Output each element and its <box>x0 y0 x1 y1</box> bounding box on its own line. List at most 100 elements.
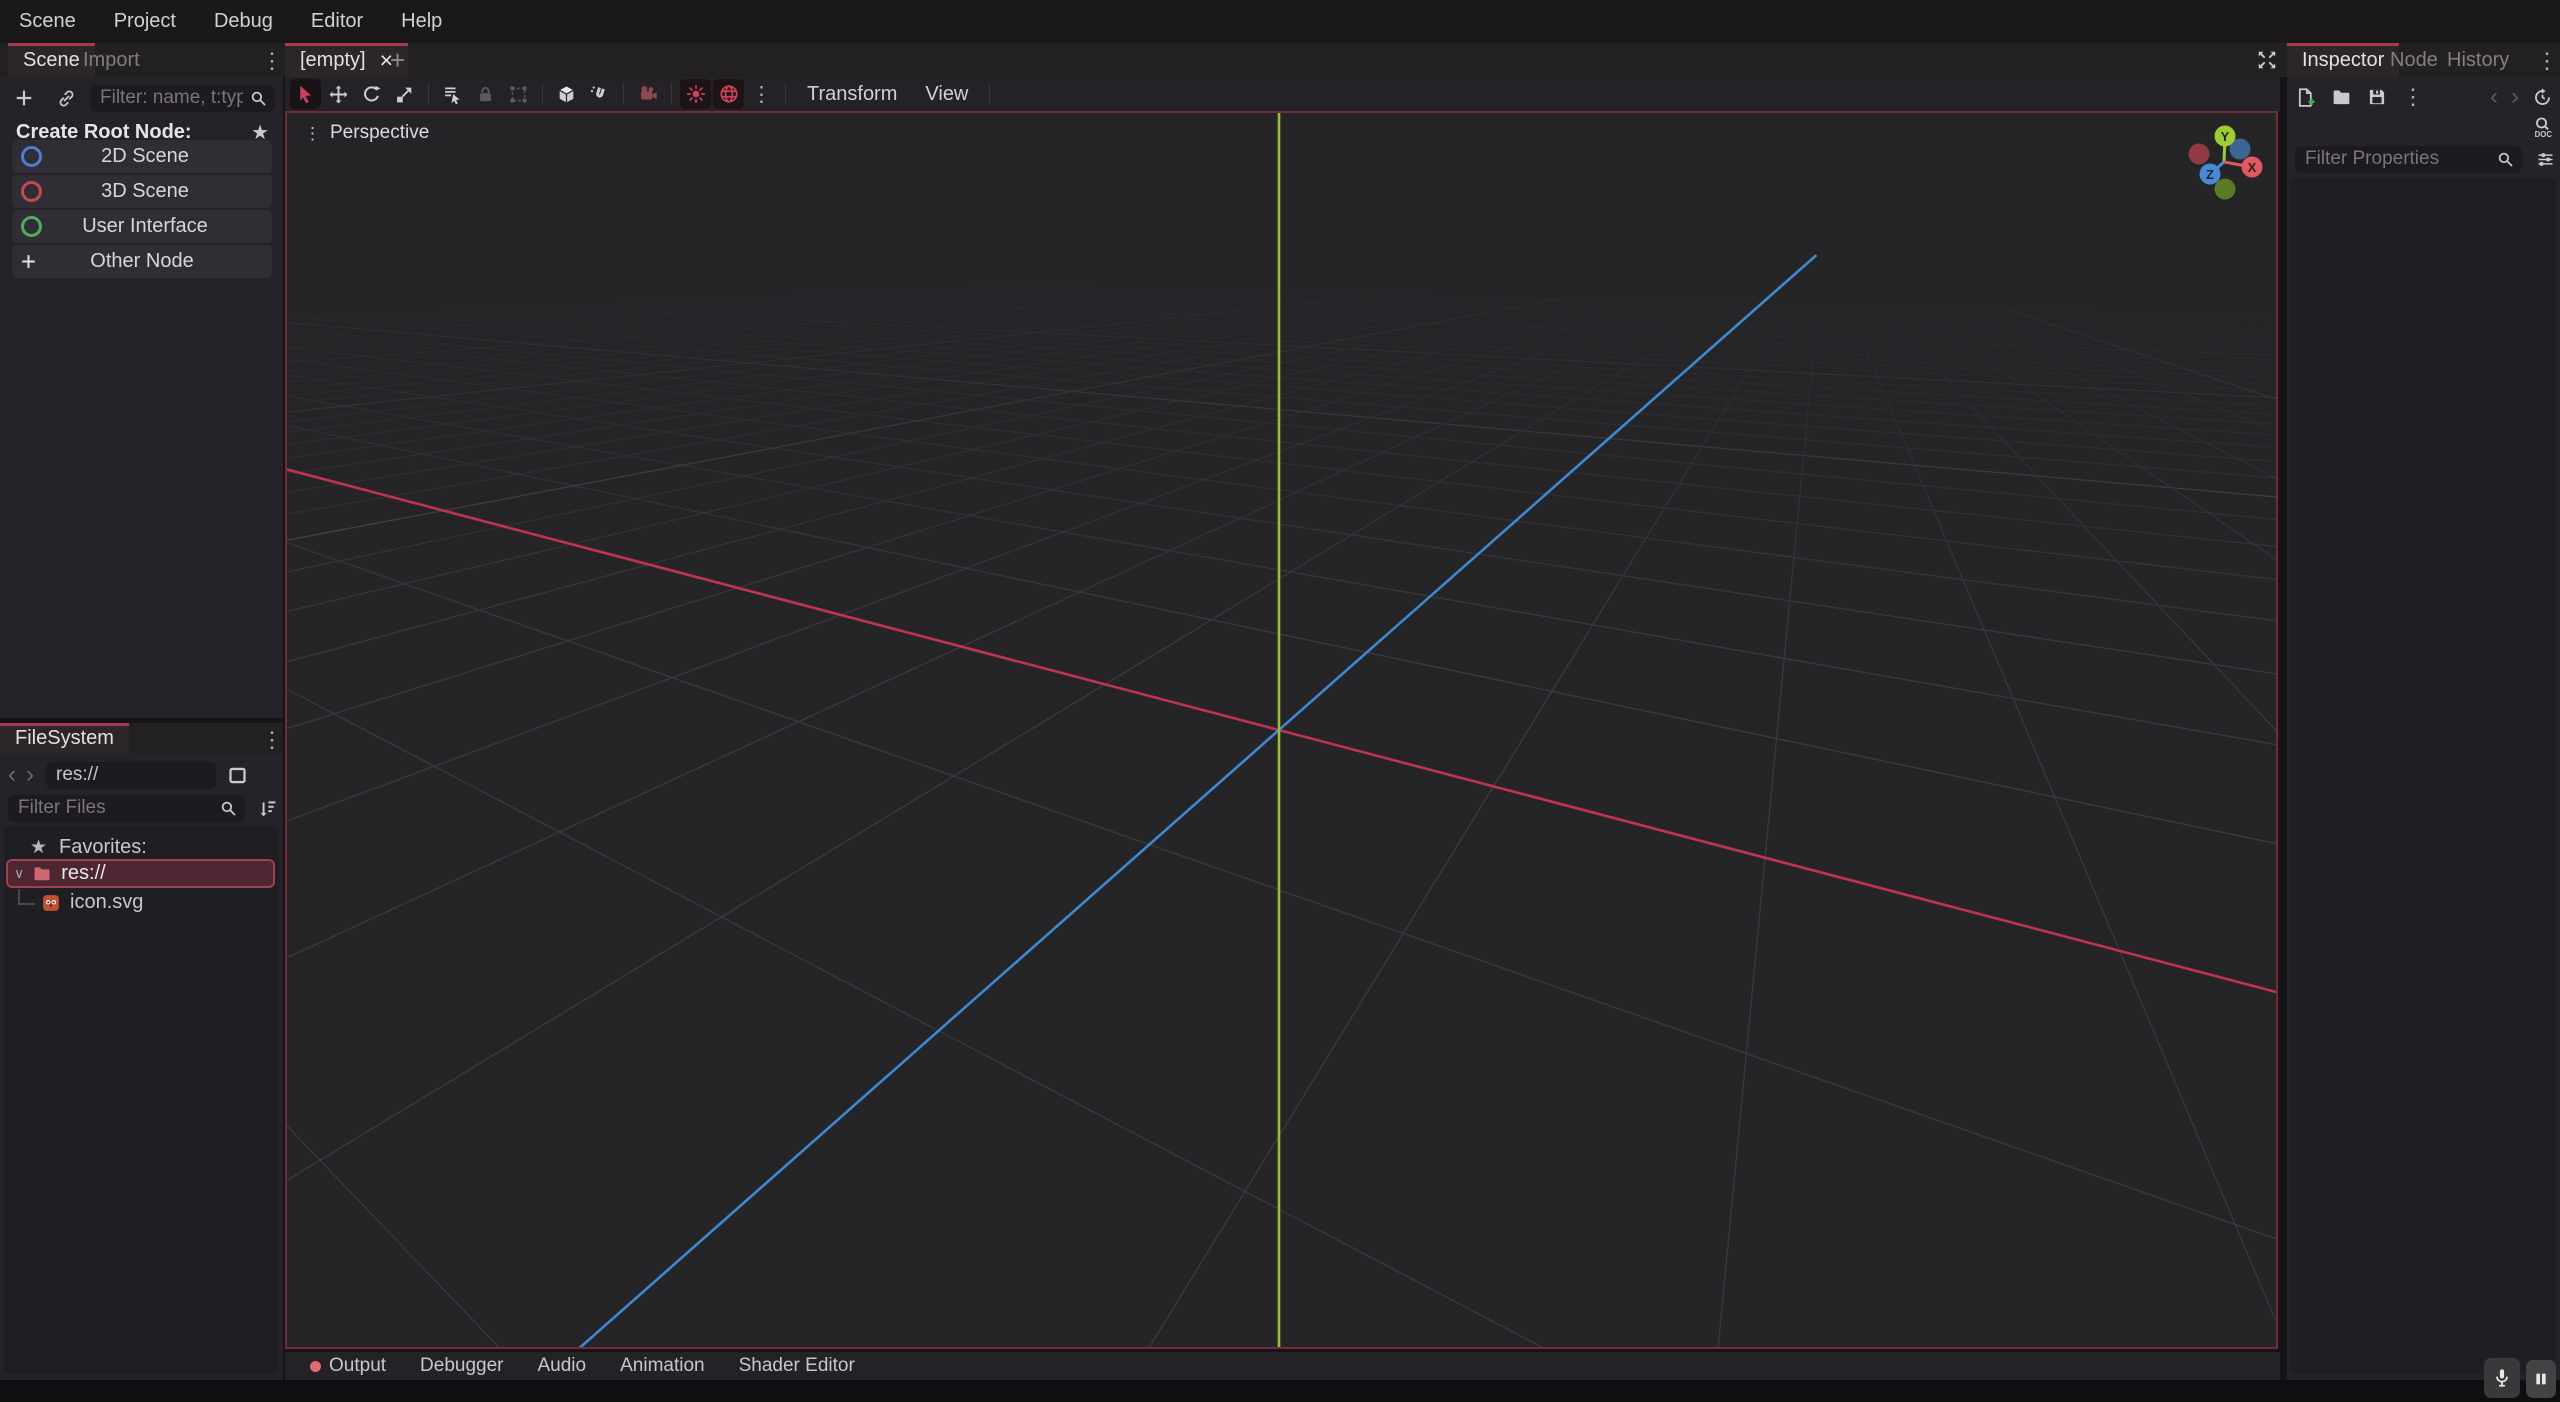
tree-row-res-root[interactable]: ∨ res:// <box>6 859 275 888</box>
node3d-icon <box>21 181 42 202</box>
toolbar-separator <box>542 83 543 105</box>
resource-options-icon[interactable]: ⋮ <box>2402 84 2424 110</box>
load-resource-folder-icon[interactable] <box>2331 87 2352 108</box>
pause-indicator-icon[interactable] <box>2526 1360 2556 1398</box>
view-menu[interactable]: View <box>911 83 982 106</box>
search-icon <box>2496 150 2515 169</box>
create-other-node-label: Other Node <box>38 250 246 273</box>
scale-tool-button[interactable] <box>389 79 420 109</box>
create-ui-scene-label: User Interface <box>42 215 248 238</box>
inspector-content <box>2291 178 2556 1374</box>
panel-output-button[interactable]: Output <box>293 1355 403 1377</box>
group-selected-button[interactable] <box>503 79 534 109</box>
view-perspective-label[interactable]: ⋮ Perspective <box>296 120 437 146</box>
godot-file-icon <box>41 893 61 913</box>
file-sort-icon[interactable] <box>257 798 278 819</box>
new-resource-icon[interactable] <box>2295 87 2316 108</box>
tab-filesystem[interactable]: FileSystem <box>0 723 129 754</box>
panel-audio-button[interactable]: Audio <box>521 1355 604 1377</box>
list-select-button[interactable] <box>437 79 468 109</box>
tab-strip: Scene Import ⋮ [empty] × + Inspector Nod… <box>0 43 2560 77</box>
tab-import-dock[interactable]: Import <box>68 43 155 77</box>
history-forward-icon[interactable]: › <box>26 761 34 789</box>
select-tool-button[interactable] <box>290 79 321 109</box>
perspective-text: Perspective <box>330 122 429 144</box>
tree-row-label: res:// <box>61 862 105 885</box>
transform-menu[interactable]: Transform <box>793 83 911 106</box>
menu-scene[interactable]: Scene <box>0 0 95 43</box>
collapse-icon[interactable]: ∨ <box>14 865 24 882</box>
menu-debug[interactable]: Debug <box>195 0 292 43</box>
output-label: Output <box>329 1355 386 1377</box>
extra-options-menu-icon[interactable]: ⋮ <box>746 79 777 109</box>
tree-row-icon-svg[interactable]: icon.svg <box>18 888 143 917</box>
view-menu-grip-icon[interactable]: ⋮ <box>304 125 321 142</box>
distraction-free-mode-icon[interactable] <box>2256 49 2278 71</box>
move-tool-button[interactable] <box>323 79 354 109</box>
create-ui-scene-button[interactable]: User Interface <box>12 210 272 243</box>
lock-selected-button[interactable] <box>470 79 501 109</box>
local-space-toggle[interactable] <box>551 79 582 109</box>
node2d-icon <box>21 146 42 167</box>
edit-history-icon[interactable] <box>2532 87 2553 108</box>
toolbar-separator <box>989 83 990 105</box>
gizmo-neg-y-ball[interactable] <box>2215 179 2236 200</box>
history-back-icon[interactable]: ‹ <box>8 761 16 789</box>
save-icon[interactable] <box>2367 87 2387 107</box>
inspector-dock-menu-icon[interactable]: ⋮ <box>2536 48 2558 74</box>
main-menu-bar: Scene Project Debug Editor Help <box>0 0 2560 43</box>
favorites-row[interactable]: ★ Favorites: <box>30 833 147 862</box>
gizmo-neg-x-ball[interactable] <box>2189 144 2210 165</box>
menu-editor[interactable]: Editor <box>292 0 382 43</box>
path-field[interactable] <box>46 762 216 789</box>
svg-text:DOC: DOC <box>2535 130 2553 139</box>
open-documentation-icon[interactable]: DOC <box>2531 116 2553 140</box>
system-bottom-strip <box>0 1380 2560 1402</box>
filesystem-menu-icon[interactable]: ⋮ <box>261 727 283 753</box>
create-2d-scene-button[interactable]: 2D Scene <box>12 140 272 173</box>
toolbar-separator <box>671 83 672 105</box>
instance-scene-icon[interactable] <box>56 88 77 109</box>
search-icon <box>219 799 238 818</box>
tab-history[interactable]: History <box>2432 43 2524 77</box>
camera-preview-toggle[interactable] <box>632 79 663 109</box>
tree-row-label: icon.svg <box>70 891 143 914</box>
preview-sunlight-toggle[interactable] <box>680 79 711 109</box>
add-node-icon[interactable] <box>13 87 35 109</box>
control-node-icon <box>21 216 42 237</box>
filesystem-dock: FileSystem ⋮ ‹ › ★ Favorites: ∨ <box>0 723 283 1380</box>
rotate-tool-button[interactable] <box>356 79 387 109</box>
toolbar-separator <box>785 83 786 105</box>
split-mode-icon[interactable] <box>227 765 248 786</box>
menu-help[interactable]: Help <box>382 0 461 43</box>
gizmo-z-label: Z <box>2206 167 2214 182</box>
scene-filter-input[interactable] <box>90 85 275 112</box>
history-forward-icon[interactable]: › <box>2511 83 2519 111</box>
create-3d-scene-button[interactable]: 3D Scene <box>12 175 272 208</box>
menu-project[interactable]: Project <box>95 0 195 43</box>
axis-gizmo[interactable]: Y X Z <box>2175 117 2275 217</box>
inspector-dock: ⋮ ‹ › DOC <box>2287 77 2560 1380</box>
plus-icon <box>19 252 38 271</box>
filter-options-icon[interactable] <box>2535 149 2556 170</box>
favorites-label: Favorites: <box>59 836 147 859</box>
viewport-toolbar: ⋮ Transform View <box>285 77 2280 111</box>
panel-animation-button[interactable]: Animation <box>603 1355 722 1377</box>
microphone-icon[interactable] <box>2484 1358 2520 1398</box>
snap-toggle[interactable] <box>584 79 615 109</box>
history-back-icon[interactable]: ‹ <box>2490 83 2498 111</box>
scene-dock: ⋮ Create Root Node: ★ 2D Scene 3D Scene … <box>0 77 283 718</box>
panel-shader-editor-button[interactable]: Shader Editor <box>722 1355 872 1377</box>
preview-environment-toggle[interactable] <box>713 79 744 109</box>
scene-dock-menu-icon[interactable]: ⋮ <box>261 48 283 74</box>
toolbar-separator <box>623 83 624 105</box>
panel-debugger-button[interactable]: Debugger <box>403 1355 520 1377</box>
toolbar-separator <box>428 83 429 105</box>
gizmo-x-label: X <box>2248 160 2257 175</box>
create-other-node-button[interactable]: Other Node <box>12 245 272 278</box>
viewport-3d-grid[interactable] <box>287 113 2276 1347</box>
filesystem-filter-input[interactable] <box>8 795 245 822</box>
viewport-3d[interactable]: ⋮ Perspective Y X Z <box>285 111 2278 1349</box>
new-scene-tab-button[interactable]: + <box>390 45 405 76</box>
inspector-filter-input[interactable] <box>2295 146 2522 173</box>
